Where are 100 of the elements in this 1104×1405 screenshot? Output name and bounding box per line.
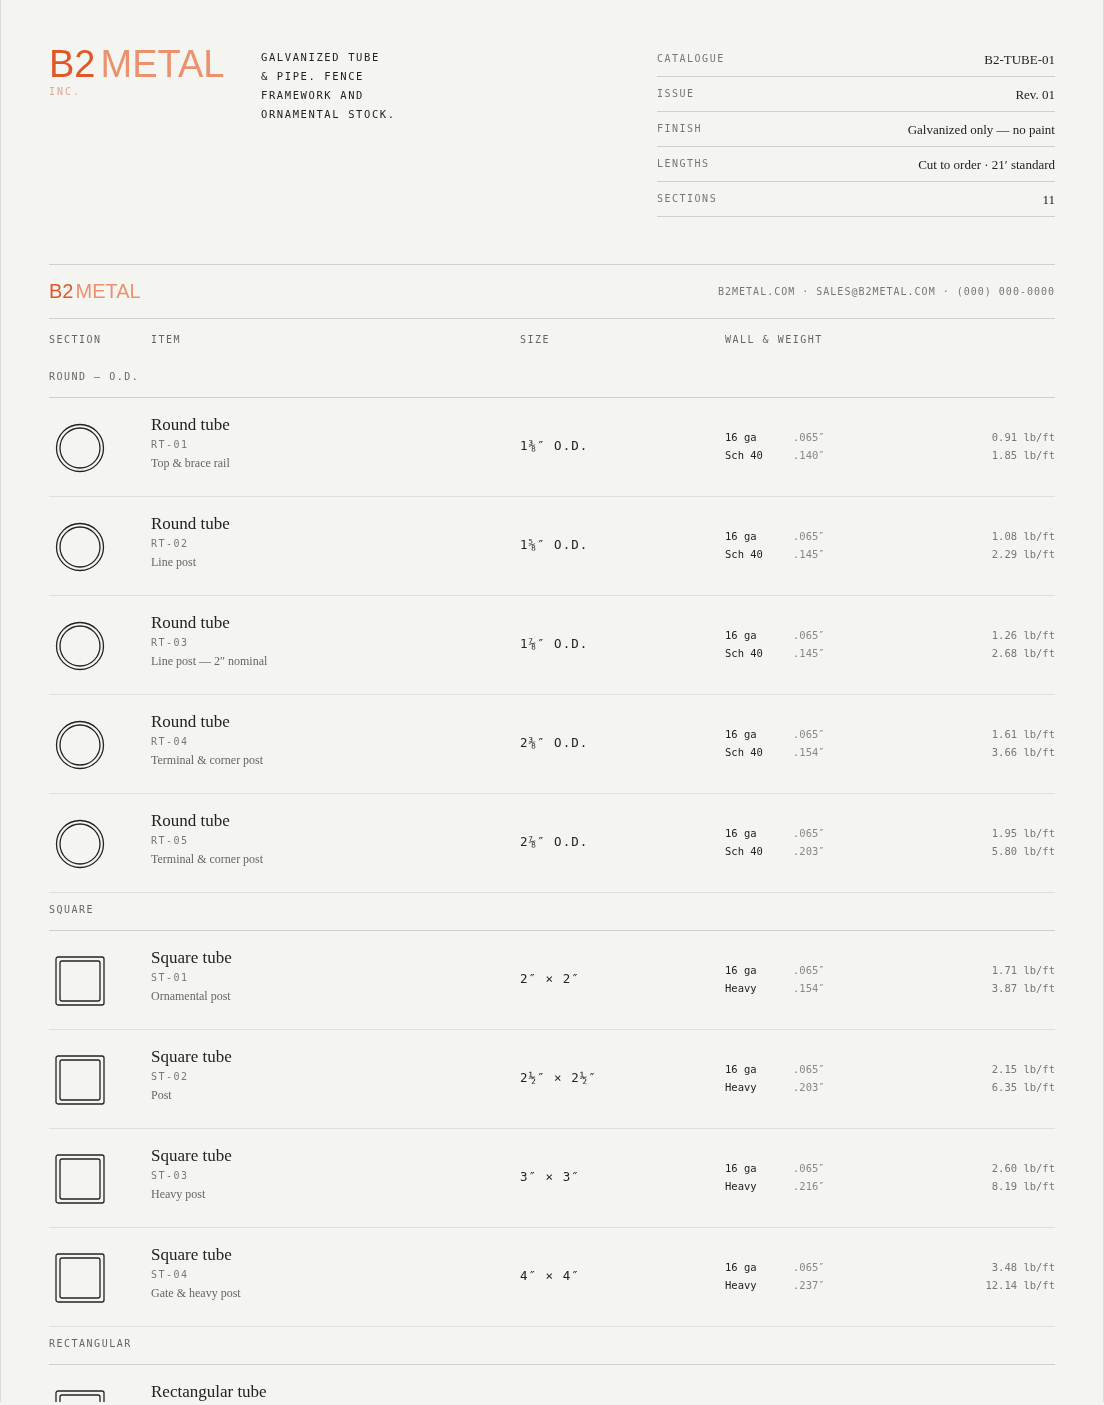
wall-thickness: .140″ — [793, 449, 825, 461]
weight: 3.87 lb/ft — [991, 982, 1055, 994]
gauge: Heavy — [725, 1081, 758, 1093]
gauge: 16 ga — [725, 530, 758, 542]
wall-thickness: .145″ — [793, 647, 825, 659]
item-name: Square tube — [151, 948, 233, 967]
meta-label: LENGTHS — [657, 157, 710, 169]
weight: 1.95 lb/ft — [991, 827, 1055, 839]
item-description: Line post — 2″ nominal — [151, 654, 269, 669]
weight: 2.60 lb/ft — [991, 1162, 1055, 1174]
weight: 8.19 lb/ft — [991, 1180, 1055, 1192]
wall-thickness: .065″ — [793, 1261, 825, 1273]
item-code: RT-05 — [151, 834, 190, 846]
item-description: Terminal & corner post — [151, 753, 265, 768]
item-code: RT-04 — [151, 735, 190, 747]
tagline: GALVANIZED TUBE — [261, 50, 381, 65]
weight: 1.26 lb/ft — [991, 629, 1055, 641]
item-code: ST-01 — [151, 971, 190, 983]
wall-thickness: .237″ — [793, 1279, 825, 1291]
gauge: 16 ga — [725, 728, 758, 740]
column-header: SECTION — [49, 334, 103, 345]
gauge: Heavy — [725, 982, 758, 994]
item-size: 1⅝″ O.D. — [520, 537, 589, 552]
item-name: Round tube — [151, 415, 231, 434]
item-name: Rectangular tube — [151, 1382, 268, 1401]
weight: 3.48 lb/ft — [991, 1261, 1055, 1273]
meta-value: B2-TUBE-01 — [984, 52, 1055, 68]
section-title: ROUND — O.D. — [49, 360, 1055, 398]
round-tube-icon — [55, 522, 105, 572]
item-size: 2″ × 2″ — [520, 971, 580, 986]
meta-label: CATALOGUE — [657, 52, 725, 64]
item-size: 1⅜″ O.D. — [520, 438, 589, 453]
gauge: Sch 40 — [725, 845, 764, 857]
gauge: Heavy — [725, 1180, 758, 1192]
round-tube-icon — [55, 423, 105, 473]
item-code: ST-02 — [151, 1070, 190, 1082]
item-code: RT-03 — [151, 636, 190, 648]
item-code: ST-04 — [151, 1268, 190, 1280]
weight: 1.85 lb/ft — [991, 449, 1055, 461]
wall-thickness: .145″ — [793, 548, 825, 560]
item-name: Round tube — [151, 811, 231, 830]
item-name: Square tube — [151, 1245, 233, 1264]
weight: 1.08 lb/ft — [991, 530, 1055, 542]
round-tube-icon — [55, 819, 105, 869]
meta-value: 11 — [1042, 192, 1055, 208]
tagline: FRAMEWORK AND — [261, 88, 365, 103]
logo-mark: B2 — [49, 42, 96, 86]
section-title: RECTANGULAR — [49, 1327, 1055, 1365]
gauge: Sch 40 — [725, 449, 764, 461]
item-code: RT-01 — [151, 438, 190, 450]
item-size: 2⅞″ O.D. — [520, 834, 589, 849]
weight: 1.71 lb/ft — [991, 964, 1055, 976]
wall-thickness: .065″ — [793, 964, 825, 976]
item-code: ST-03 — [151, 1169, 190, 1181]
meta-value: Rev. 01 — [1015, 87, 1055, 103]
wall-thickness: .216″ — [793, 1180, 825, 1192]
item-size: 4″ × 4″ — [520, 1268, 580, 1283]
weight: 2.68 lb/ft — [991, 647, 1055, 659]
wall-thickness: .065″ — [793, 530, 825, 542]
meta-label: FINISH — [657, 122, 703, 134]
item-code: RT-02 — [151, 537, 190, 549]
square-tube-icon — [55, 1154, 105, 1204]
gauge: 16 ga — [725, 1063, 758, 1075]
wall-thickness: .154″ — [793, 982, 825, 994]
item-description: Ornamental post — [151, 989, 232, 1004]
item-size: 3″ × 3″ — [520, 1169, 580, 1184]
meta-value: Galvanized only — no paint — [907, 122, 1055, 138]
meta-label: SECTIONS — [657, 192, 718, 204]
item-name: Round tube — [151, 613, 231, 632]
contact-info: B2METAL.COM · SALES@B2METAL.COM · (000) 000-0000 — [718, 286, 1055, 297]
item-size: 2½″ × 2½″ — [520, 1070, 597, 1085]
wall-thickness: .203″ — [793, 1081, 825, 1093]
weight: 2.15 lb/ft — [991, 1063, 1055, 1075]
wall-thickness: .203″ — [793, 845, 825, 857]
gauge: 16 ga — [725, 827, 758, 839]
column-header: ITEM — [151, 334, 183, 345]
item-name: Square tube — [151, 1047, 233, 1066]
item-description: Gate & heavy post — [151, 1286, 242, 1301]
gauge: 16 ga — [725, 629, 758, 641]
gauge: Sch 40 — [725, 746, 764, 758]
square-tube-icon — [55, 956, 105, 1006]
gauge: 16 ga — [725, 431, 758, 443]
wall-thickness: .065″ — [793, 728, 825, 740]
wall-thickness: .065″ — [793, 827, 825, 839]
item-description: Terminal & corner post — [151, 852, 265, 867]
item-description: Line post — [151, 555, 197, 570]
wall-thickness: .065″ — [793, 431, 825, 443]
item-description: Post — [151, 1088, 173, 1103]
tagline: & PIPE. FENCE — [261, 69, 365, 84]
column-header: WALL & WEIGHT — [725, 334, 823, 345]
gauge: 16 ga — [725, 1162, 758, 1174]
item-description: Heavy post — [151, 1187, 207, 1202]
weight: 12.14 lb/ft — [985, 1279, 1055, 1291]
gauge: Sch 40 — [725, 647, 764, 659]
weight: 3.66 lb/ft — [991, 746, 1055, 758]
item-name: Square tube — [151, 1146, 233, 1165]
square-tube-icon — [55, 1253, 105, 1303]
weight: 6.35 lb/ft — [991, 1081, 1055, 1093]
section-title: SQUARE — [49, 893, 1055, 931]
wall-thickness: .065″ — [793, 1063, 825, 1075]
